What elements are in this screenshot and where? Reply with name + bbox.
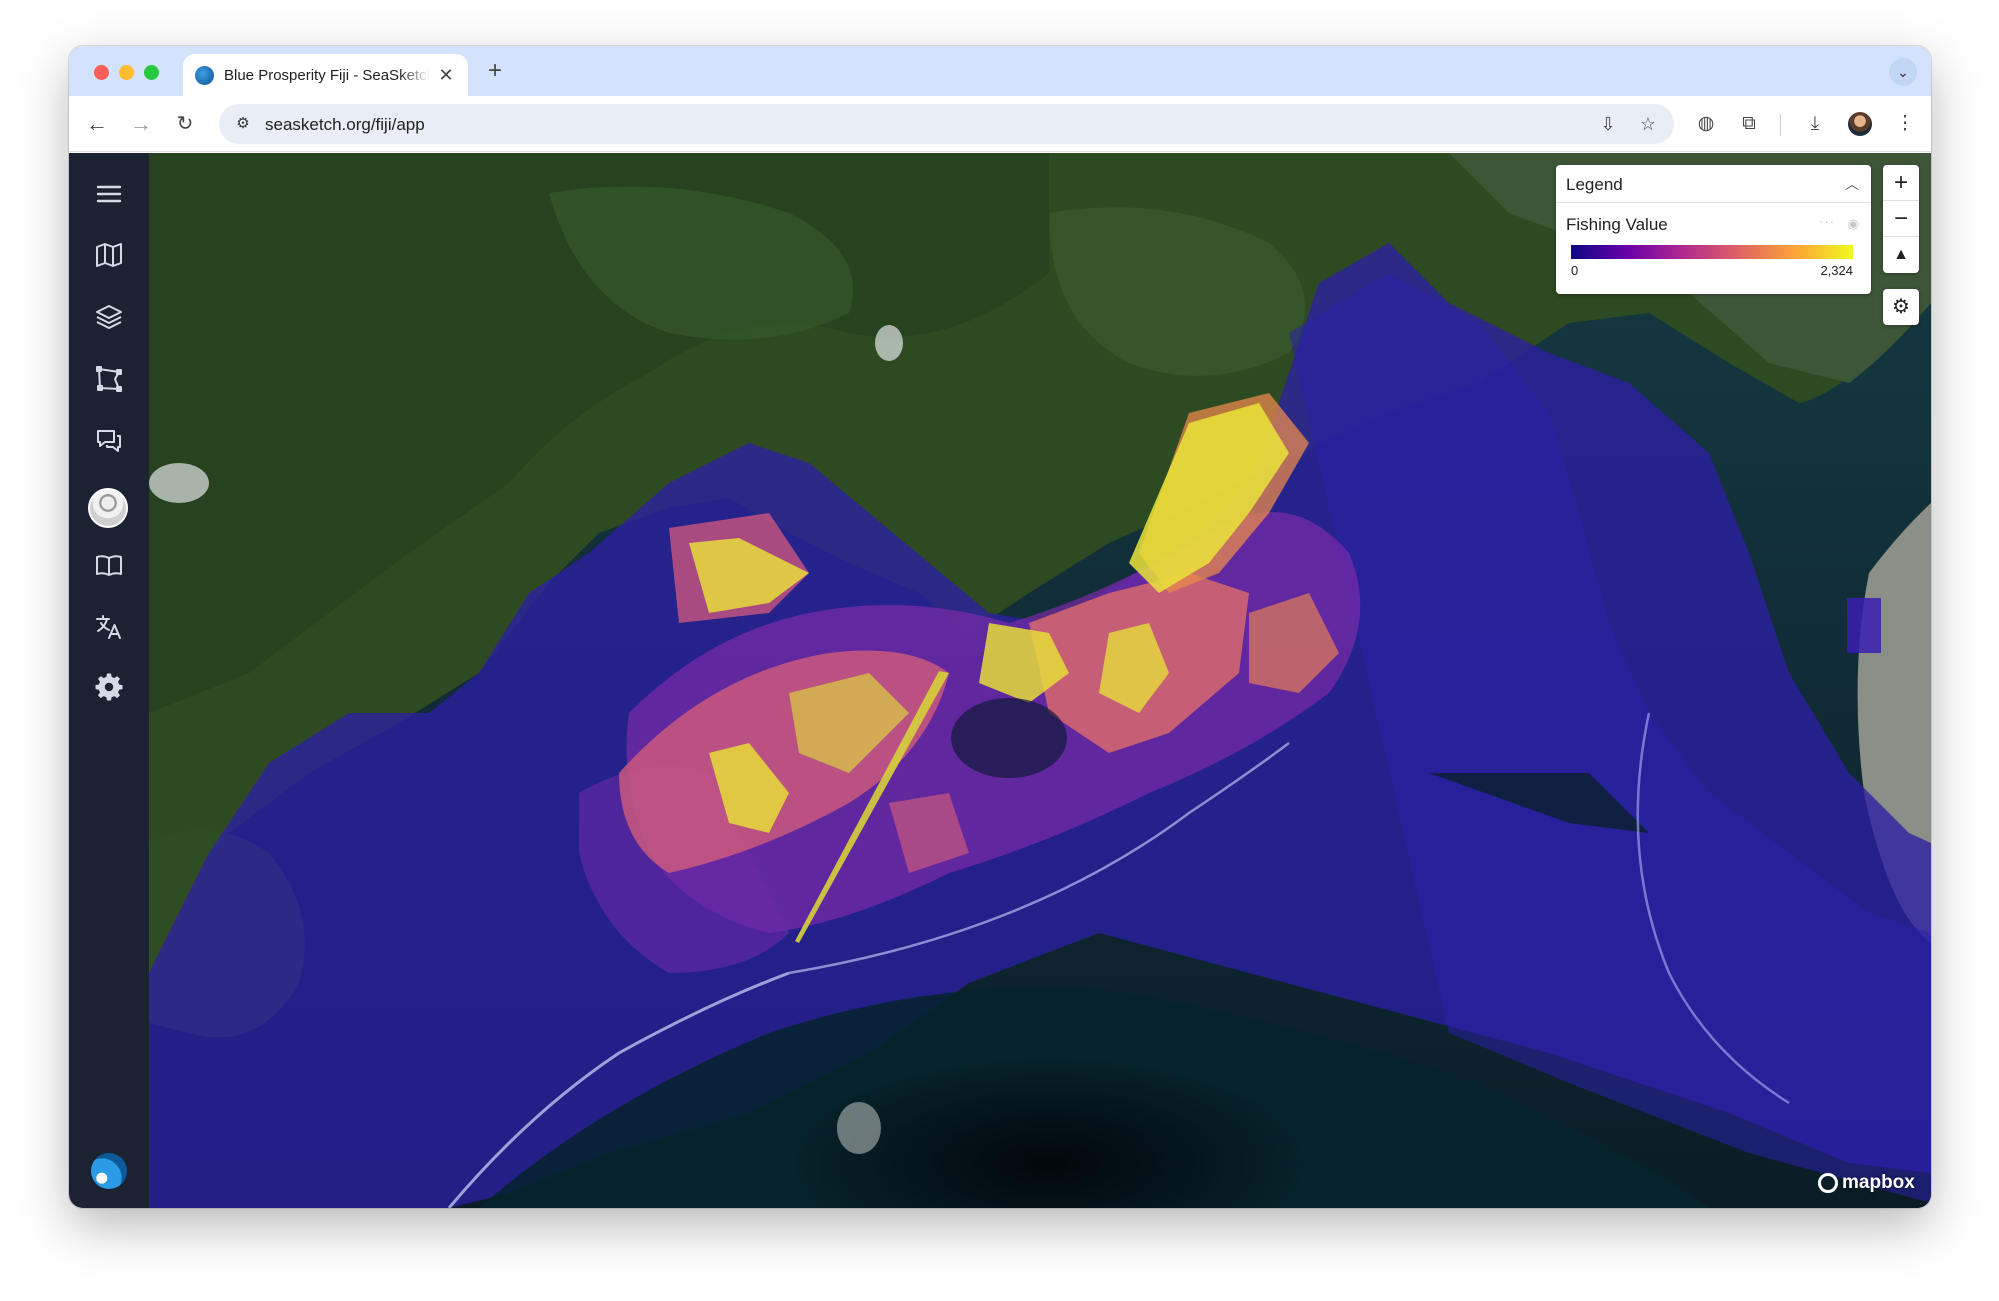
mapbox-logo-icon [1818, 1173, 1838, 1193]
mapbox-logo-text: mapbox [1842, 1172, 1915, 1193]
legend-min-value: 0 [1571, 263, 1579, 278]
legend-layer-name: Fishing Value [1566, 215, 1668, 234]
puzzle-extensions-icon[interactable]: ⧉ [1733, 108, 1765, 140]
user-avatar[interactable] [88, 488, 128, 528]
new-tab-button[interactable]: + [481, 57, 509, 85]
seasketch-favicon-icon [195, 65, 214, 85]
sidebar [69, 153, 149, 1208]
mapbox-attribution[interactable]: mapbox [1818, 1172, 1915, 1194]
minimize-window-button[interactable] [119, 65, 134, 80]
address-bar[interactable]: ⚙ seasketch.org/fiji/app ⇩ ☆ [219, 104, 1674, 144]
book-about-icon[interactable] [85, 541, 133, 589]
bookmark-star-icon[interactable]: ☆ [1636, 112, 1660, 136]
tab-strip: Blue Prosperity Fiji - SeaSketch ✕ + ⌄ [69, 46, 1931, 96]
layers-icon[interactable] [85, 293, 133, 341]
zoom-out-button[interactable]: − [1883, 201, 1919, 237]
more-menu-icon[interactable]: ⋮ [1889, 108, 1921, 140]
app-content: Legend ︿ Fishing Value ··· ◉ 0 2,324 + −… [69, 153, 1931, 1208]
sketch-polygon-icon[interactable] [85, 355, 133, 403]
download-icon[interactable]: ⤓ [1799, 108, 1831, 140]
tab-search-chevron-icon[interactable]: ⌄ [1889, 58, 1917, 86]
browser-tab[interactable]: Blue Prosperity Fiji - SeaSketch ✕ [183, 54, 468, 96]
maximize-window-button[interactable] [144, 65, 159, 80]
reload-icon[interactable]: ↻ [169, 108, 201, 140]
url-text: seasketch.org/fiji/app [265, 115, 425, 134]
satellite-basemap [149, 153, 1931, 1208]
discussion-forum-icon[interactable] [85, 417, 133, 465]
install-app-icon[interactable]: ⇩ [1596, 112, 1620, 136]
compass-icon[interactable]: ▲ [1883, 237, 1919, 273]
back-arrow-icon[interactable]: ← [81, 108, 113, 140]
legend-max-value: 2,324 [1820, 263, 1853, 278]
legend-title: Legend [1566, 175, 1623, 194]
profile-avatar[interactable] [1848, 112, 1872, 136]
seasketch-logo-icon[interactable] [91, 1153, 127, 1189]
translate-icon[interactable] [85, 603, 133, 651]
color-ramp [1571, 245, 1853, 259]
browser-toolbar: ← → ↻ ⚙ seasketch.org/fiji/app ⇩ ☆ ◍ ⧉ ⤓… [69, 96, 1931, 152]
zoom-controls: + − ▲ [1883, 165, 1919, 273]
legend-panel: Legend ︿ Fishing Value ··· ◉ 0 2,324 [1556, 165, 1871, 294]
close-window-button[interactable] [94, 65, 109, 80]
browser-window: Blue Prosperity Fiji - SeaSketch ✕ + ⌄ ←… [69, 46, 1931, 1208]
settings-gear-icon[interactable] [85, 663, 133, 711]
layer-options-icon[interactable]: ··· [1819, 214, 1835, 229]
site-info-icon[interactable]: ⚙ [231, 112, 255, 136]
map-icon[interactable] [85, 231, 133, 279]
legend-header[interactable]: Legend ︿ [1556, 165, 1871, 203]
map-canvas[interactable]: Legend ︿ Fishing Value ··· ◉ 0 2,324 + −… [149, 153, 1931, 1208]
toolbar-divider [1780, 114, 1781, 136]
hamburger-menu-icon[interactable] [85, 170, 133, 218]
visibility-eye-icon[interactable]: ◉ [1848, 216, 1859, 232]
extension-icon[interactable]: ◍ [1690, 108, 1722, 140]
tab-title: Blue Prosperity Fiji - SeaSketch [224, 66, 430, 84]
forward-arrow-icon[interactable]: → [125, 108, 157, 140]
tab-close-icon[interactable]: ✕ [436, 65, 456, 86]
chevron-up-icon[interactable]: ︿ [1845, 174, 1859, 194]
zoom-in-button[interactable]: + [1883, 165, 1919, 201]
map-settings-gear-icon[interactable]: ⚙ [1883, 289, 1919, 325]
